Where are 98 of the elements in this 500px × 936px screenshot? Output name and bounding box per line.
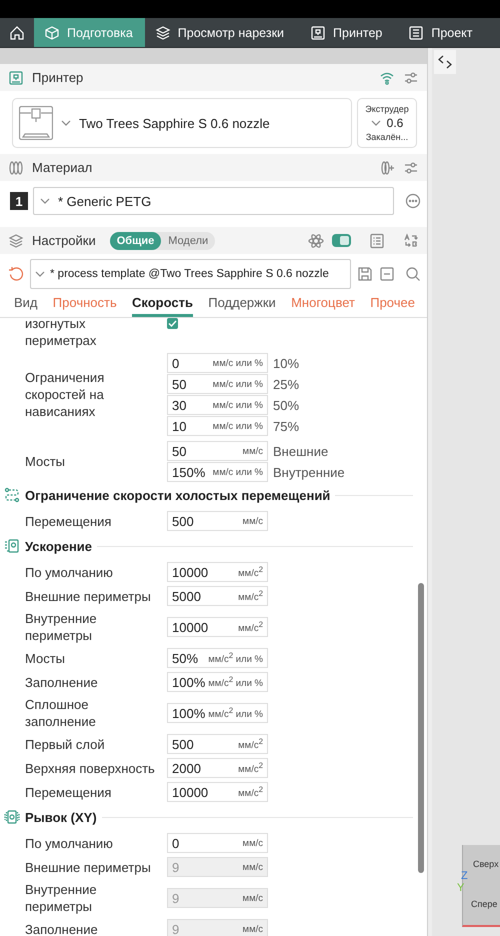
panel-toggle-button[interactable] [434, 50, 456, 74]
setting-label: Заполнение [25, 674, 99, 690]
sort-icon[interactable] [403, 232, 419, 248]
scrollbar[interactable] [418, 583, 424, 873]
setting-label: Сплошное заполнение [25, 696, 97, 730]
setting-label: Перемещения [25, 512, 112, 530]
setting-label: Внешние периметры [25, 588, 152, 604]
chevron-icon [40, 198, 50, 204]
sliders-icon[interactable] [403, 160, 419, 176]
setting-label: Перемещения [25, 784, 112, 800]
number-field[interactable]: 100% мм/с$^{2}$ или % [167, 703, 268, 723]
layers-icon [154, 24, 171, 40]
setting-label: Мосты [25, 650, 66, 666]
check-icon [168, 320, 177, 327]
settings-tab[interactable]: Скорость [132, 293, 193, 317]
setting-label: По умолчанию [25, 564, 114, 580]
extruder-select[interactable]: Экструдер 0.6 Закалён... [357, 98, 417, 148]
setting-label: изогнутых периметрах [25, 318, 98, 349]
number-field[interactable]: 500 мм/с$^{2}$ [167, 734, 268, 754]
setting-label: Ограничения скоростей на нависаниях [25, 369, 106, 420]
filament-select[interactable]: * Generic PETG [33, 187, 394, 215]
number-field[interactable]: 10000 мм/с$^{2}$ [167, 782, 268, 802]
atom-icon[interactable] [308, 232, 324, 248]
more-icon[interactable] [405, 193, 421, 209]
axis-label: Z [461, 870, 468, 882]
cube-face-label: Сверх [473, 859, 499, 869]
number-field[interactable]: 2000 мм/с$^{2}$ [167, 758, 268, 778]
home-icon [9, 24, 25, 40]
number-field: 9 мм/с [167, 857, 268, 877]
extruder-number: 1 [10, 192, 28, 210]
cube-icon [44, 24, 60, 40]
field-note: Внешние [273, 444, 328, 458]
group-title: Ускорение [25, 538, 92, 554]
list-icon [408, 24, 424, 40]
number-field[interactable]: 5000 мм/с$^{2}$ [167, 586, 268, 606]
reset-icon[interactable] [8, 266, 24, 282]
field-note: Внутренние [273, 464, 345, 480]
shake-icon [4, 809, 20, 825]
setting-label: Первый слой [25, 736, 106, 752]
field-note: 25% [273, 376, 300, 392]
group-title: Ограничение скорости холостых перемещений [25, 488, 330, 502]
field-note: 50% [273, 398, 300, 412]
number-field[interactable]: 10000 мм/с$^{2}$ [167, 562, 268, 582]
add-filament-icon[interactable] [379, 160, 395, 176]
number-field[interactable]: 10 мм/с или % [167, 416, 268, 436]
number-field[interactable]: 0 мм/с или % [167, 353, 268, 373]
setting-label: Заполнение [25, 920, 99, 936]
setting-label: Внутренние периметры [25, 610, 98, 644]
setting-label: По умолчанию [25, 834, 114, 852]
printer-icon [8, 70, 24, 86]
number-field[interactable]: 10000 мм/с$^{2}$ [167, 617, 268, 637]
setting-label: Внутренние периметры [25, 881, 98, 915]
nav-tab[interactable]: Проект [398, 18, 473, 47]
mode-option[interactable]: Модели [161, 232, 216, 250]
number-field[interactable]: 500 мм/с [167, 511, 268, 531]
spool-icon [8, 160, 24, 176]
number-field[interactable]: 30 мм/с или % [167, 395, 268, 415]
section-title: Настройки [32, 233, 96, 248]
remove-icon[interactable] [379, 266, 395, 282]
number-field[interactable]: 50 мм/с или % [167, 374, 268, 394]
setting-label: Мосты [25, 453, 66, 470]
number-field: 9 мм/с [167, 888, 268, 908]
printer-icon [310, 24, 326, 40]
checkbox[interactable] [167, 318, 178, 329]
section-title: Материал [32, 160, 94, 175]
number-field[interactable]: 50 мм/с [167, 441, 268, 461]
save-icon[interactable] [357, 266, 373, 282]
checklist-icon[interactable] [369, 232, 385, 248]
group-title: Рывок (XY) [25, 810, 97, 824]
axis-label: Y [457, 882, 464, 894]
advanced-toggle[interactable] [332, 234, 351, 247]
gauge-icon [4, 538, 20, 554]
setting-label: Внешние периметры [25, 858, 152, 876]
search-icon[interactable] [405, 266, 421, 282]
nav-tab[interactable]: Просмотр нарезки [144, 18, 300, 47]
expand-collapse-icon [438, 55, 452, 69]
sliders-icon[interactable] [403, 70, 419, 86]
chevron-icon [35, 271, 45, 277]
section-title: Принтер [32, 70, 84, 85]
field-note: 75% [273, 418, 300, 434]
nav-tab[interactable]: Принтер [300, 18, 398, 47]
settings-tab[interactable]: Поддержки [208, 293, 276, 317]
chevron-icon [370, 120, 381, 126]
number-field[interactable]: 0 мм/с [167, 833, 268, 853]
route-icon [4, 487, 20, 503]
setting-label: Верхняя поверхность [25, 760, 156, 776]
number-field[interactable]: 50% мм/с$^{2}$ или % [167, 648, 268, 668]
layers-icon [8, 232, 24, 248]
printer-select[interactable]: Two Trees Sapphire S 0.6 nozzle [12, 98, 352, 148]
chevron-icon [61, 120, 71, 126]
number-field[interactable]: 150% мм/с или % [167, 462, 268, 482]
process-preset-select[interactable]: * process template @Two Trees Sapphire S 0.6 nozzle [30, 259, 351, 289]
field-note: 10% [273, 356, 300, 370]
printer-drawing [19, 106, 53, 140]
number-field[interactable]: 100% мм/с$^{2}$ или % [167, 672, 268, 692]
number-field: 9 мм/с [167, 919, 268, 936]
settings-tab[interactable]: Вид [14, 293, 38, 317]
cube-face-label: Спере [471, 899, 498, 909]
